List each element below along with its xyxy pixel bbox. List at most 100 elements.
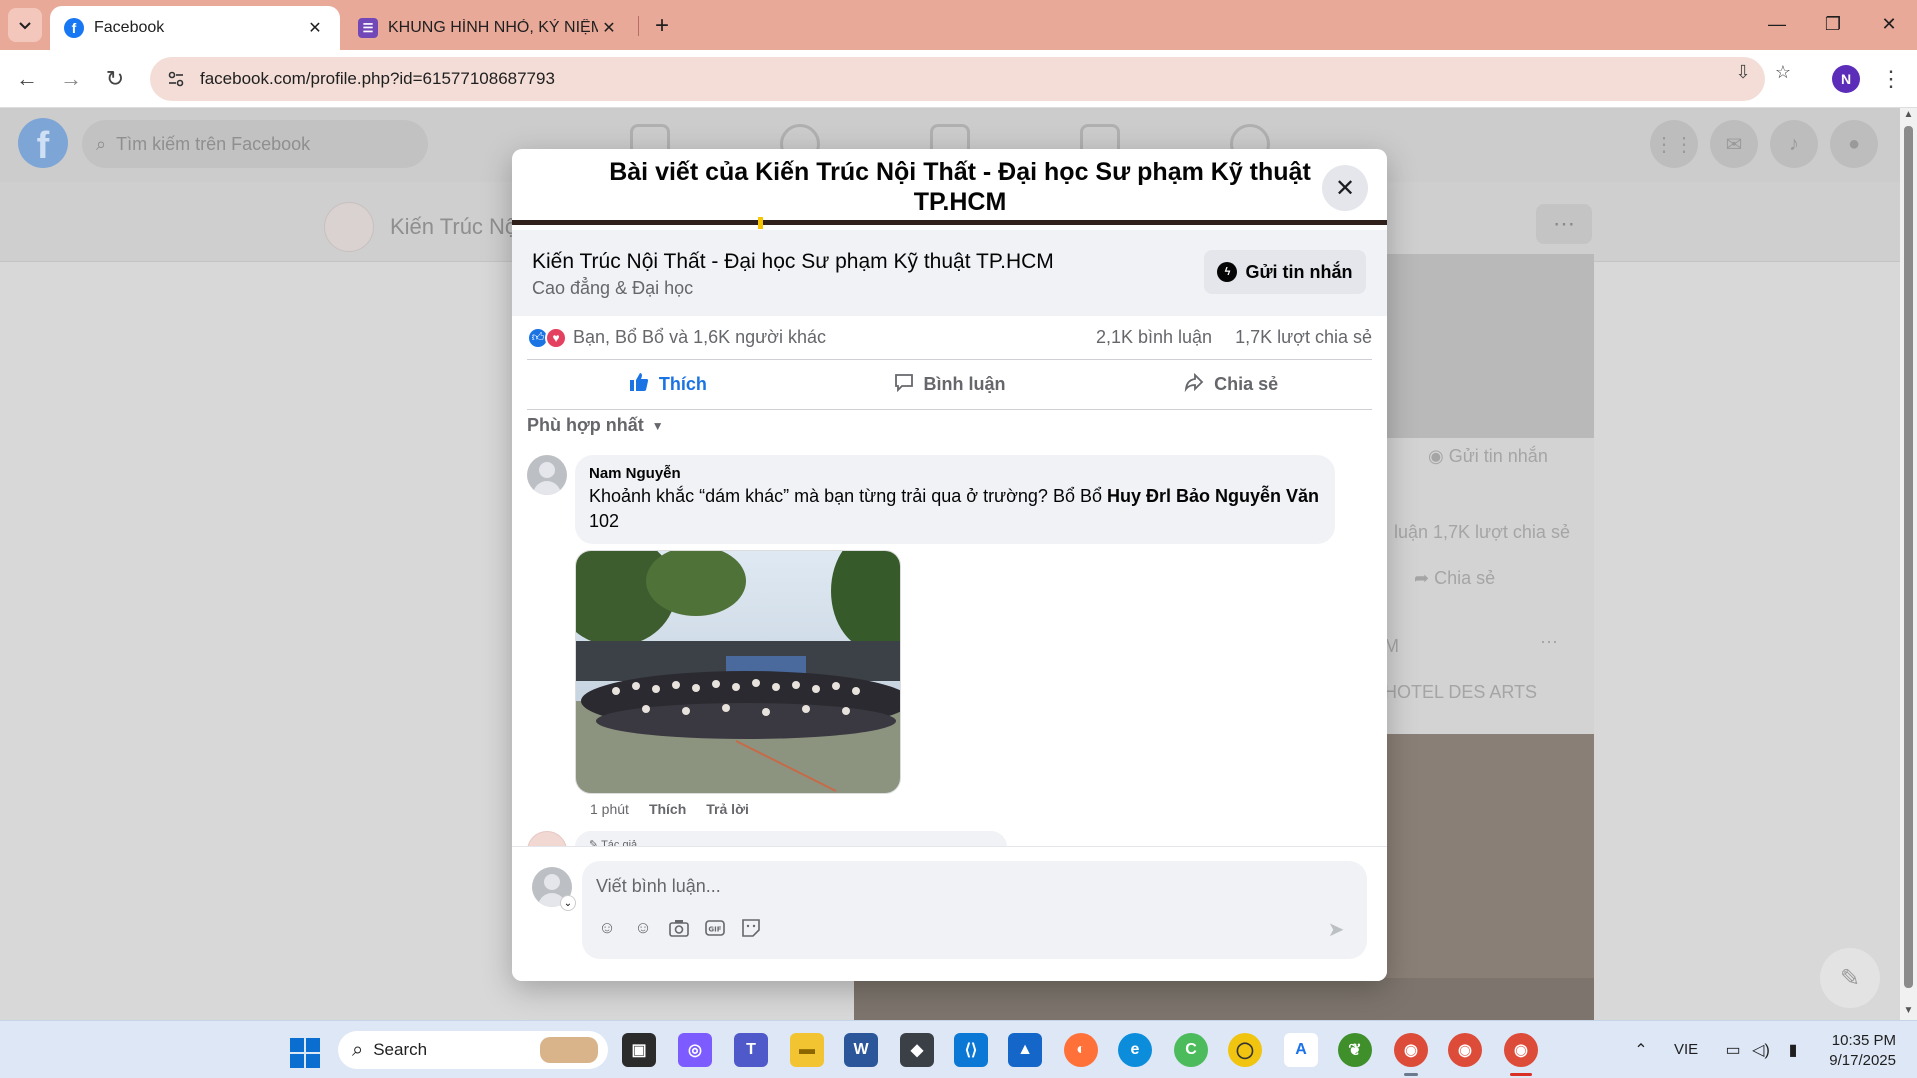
page-name[interactable]: Kiến Trúc Nội Thất - Đại học Sư phạm Kỹ … <box>532 250 1054 274</box>
reload-button[interactable]: ↻ <box>98 62 132 96</box>
caret-down-icon: ▼ <box>651 418 664 433</box>
close-tab-icon[interactable]: ✕ <box>598 17 620 39</box>
comment-sort-dropdown[interactable]: Phù hợp nhất ▼ <box>527 415 664 436</box>
comment-input-box: ☺︎ ☺ GIF ➤ <box>582 861 1367 959</box>
chevron-down-icon[interactable]: ⌄ <box>560 895 576 911</box>
page-info-band: Kiến Trúc Nội Thất - Đại học Sư phạm Kỹ … <box>512 230 1387 316</box>
word-icon[interactable]: W <box>844 1033 878 1067</box>
notifications-bell-icon[interactable]: ♪ <box>1770 120 1818 168</box>
send-message-label: Gửi tin nhắn <box>1245 261 1353 282</box>
omnibox[interactable]: facebook.com/profile.php?id=615771086877… <box>150 57 1765 101</box>
comment-like-link[interactable]: Thích <box>649 801 686 817</box>
leaf-app-icon[interactable]: ❦ <box>1338 1033 1372 1067</box>
share-button[interactable]: Chia sẻ <box>1090 360 1372 409</box>
more-options-icon[interactable]: ⋯ <box>1536 204 1592 244</box>
cube-app-icon[interactable]: ◆ <box>900 1033 934 1067</box>
battery-icon[interactable]: ▮ <box>1782 1039 1804 1061</box>
reactions-text[interactable]: Bạn, Bổ Bổ và 1,6K người khác <box>573 327 1078 348</box>
commenter-name[interactable]: Nam Nguyễn <box>589 465 1321 482</box>
running-indicator <box>1404 1073 1418 1076</box>
close-tab-icon[interactable]: ✕ <box>304 17 326 39</box>
messenger-icon: ϟ <box>1217 262 1238 282</box>
reaction-icons[interactable]: 👍︎ ♥ <box>527 326 567 349</box>
account-avatar[interactable]: ● <box>1830 120 1878 168</box>
comments-count[interactable]: 2,1K bình luận <box>1096 327 1212 347</box>
commenter-avatar[interactable] <box>527 455 567 495</box>
comment-mention[interactable]: Huy Đrl Bảo Nguyễn Văn <box>1107 486 1319 506</box>
share-label: Chia sẻ <box>1214 374 1279 394</box>
post-options-icon[interactable]: ⋯ <box>1540 632 1558 653</box>
vscode-icon[interactable]: ⟨⟩ <box>954 1033 988 1067</box>
coccoc-icon[interactable]: C <box>1174 1033 1208 1067</box>
copilot-icon[interactable]: ◎ <box>678 1033 712 1067</box>
tab-facebook[interactable]: f Facebook ✕ <box>50 6 340 50</box>
chat-app-icon[interactable]: ◯ <box>1228 1033 1262 1067</box>
close-window-button[interactable]: ✕ <box>1864 6 1914 42</box>
edge-icon[interactable]: e <box>1118 1033 1152 1067</box>
page-category: Cao đẳng & Đại học <box>532 278 694 298</box>
install-app-icon[interactable]: ⇩ <box>1730 59 1756 85</box>
close-modal-button[interactable]: ✕ <box>1322 165 1368 211</box>
site-info-icon[interactable] <box>156 70 196 88</box>
task-view-icon[interactable]: ▣ <box>622 1033 656 1067</box>
comment-input[interactable] <box>596 871 1296 901</box>
volume-icon[interactable]: ◁) <box>1750 1039 1772 1061</box>
scroll-up-arrow-icon[interactable]: ▲ <box>1903 110 1914 120</box>
send-message-button[interactable]: ϟ Gửi tin nhắn <box>1204 250 1366 294</box>
page-avatar[interactable] <box>324 202 374 252</box>
send-icon[interactable]: ➤ <box>1322 915 1350 943</box>
restore-button[interactable]: ❐ <box>1808 6 1858 42</box>
taskbar-search[interactable]: ⌕ Search <box>338 1031 608 1069</box>
profile-avatar[interactable]: N <box>1832 65 1860 93</box>
file-explorer-icon[interactable]: ▬ <box>790 1033 824 1067</box>
shares-count[interactable]: 1,7K lượt chia sẻ <box>1235 327 1372 347</box>
share-arrow-icon: ➦ <box>1414 568 1435 588</box>
chevron-up-icon[interactable]: ⌃ <box>1630 1039 1652 1061</box>
azure-app-icon[interactable]: ▲ <box>1008 1033 1042 1067</box>
app-store-icon[interactable]: A <box>1284 1033 1318 1067</box>
comment-photo[interactable] <box>575 550 901 794</box>
star-icon[interactable]: ☆ <box>1770 59 1796 85</box>
send-message-behind: ◉ Gửi tin nhắn <box>1428 446 1548 466</box>
tab-list-button[interactable] <box>8 8 42 42</box>
teams-icon[interactable]: T <box>734 1033 768 1067</box>
comment-button[interactable]: Bình luận <box>809 360 1091 409</box>
comment-reply-link[interactable]: Trả lời <box>706 801 749 817</box>
comment-label: Bình luận <box>923 374 1006 394</box>
chrome-profile-icon[interactable]: ◉ <box>1448 1033 1482 1067</box>
page-scrollbar[interactable]: ▲ ▼ <box>1900 108 1917 1020</box>
forward-button[interactable]: → <box>54 62 88 96</box>
tab-khung-hinh[interactable]: ☰ KHUNG HÌNH NHỎ, KỶ NIỆM TO ✕ <box>344 6 634 50</box>
comment-meta: 1 phút Thích Trả lời <box>590 801 749 817</box>
kebab-menu-icon[interactable]: ⋮ <box>1878 64 1904 94</box>
like-button[interactable]: Thích <box>527 360 809 409</box>
messenger-icon[interactable]: ✉ <box>1710 120 1758 168</box>
scroll-down-arrow-icon[interactable]: ▼ <box>1903 1006 1914 1016</box>
menu-grid-icon[interactable]: ⋮⋮ <box>1650 120 1698 168</box>
facebook-search-input[interactable]: ⌕ Tìm kiếm trên Facebook <box>82 120 428 168</box>
language-indicator[interactable]: VIE <box>1674 1041 1698 1058</box>
love-reaction-icon: ♥ <box>545 326 567 349</box>
back-button[interactable]: ← <box>10 62 44 96</box>
emoji-icon[interactable]: ☺ <box>632 917 654 939</box>
scrollbar-thumb[interactable] <box>1904 126 1913 988</box>
network-icon[interactable]: ▭ <box>1722 1039 1744 1061</box>
avatar-sticker-icon[interactable]: ☺︎ <box>596 917 618 939</box>
facebook-logo-icon[interactable]: f <box>18 118 68 168</box>
comment-time[interactable]: 1 phút <box>590 801 629 817</box>
gif-icon[interactable]: GIF <box>704 917 726 939</box>
facebook-favicon-icon: f <box>64 18 84 38</box>
windows-start-icon[interactable] <box>290 1038 320 1068</box>
system-clock[interactable]: 10:35 PM 9/17/2025 <box>1820 1031 1896 1071</box>
new-message-edit-icon[interactable]: ✎ <box>1820 948 1880 1008</box>
author-avatar[interactable] <box>527 831 567 847</box>
sticker-icon[interactable] <box>740 917 762 939</box>
firefox-icon[interactable]: ◐ <box>1064 1033 1098 1067</box>
chrome-icon[interactable]: ◉ <box>1394 1033 1428 1067</box>
camera-icon[interactable] <box>668 917 690 939</box>
tab-strip: f Facebook ✕ ☰ KHUNG HÌNH NHỎ, KỶ NIỆM T… <box>0 0 1917 50</box>
minimize-button[interactable]: — <box>1752 6 1802 42</box>
new-tab-button[interactable]: + <box>648 12 676 40</box>
url-text: facebook.com/profile.php?id=615771086877… <box>200 69 555 88</box>
chrome-active-icon[interactable]: ◉ <box>1504 1033 1538 1067</box>
